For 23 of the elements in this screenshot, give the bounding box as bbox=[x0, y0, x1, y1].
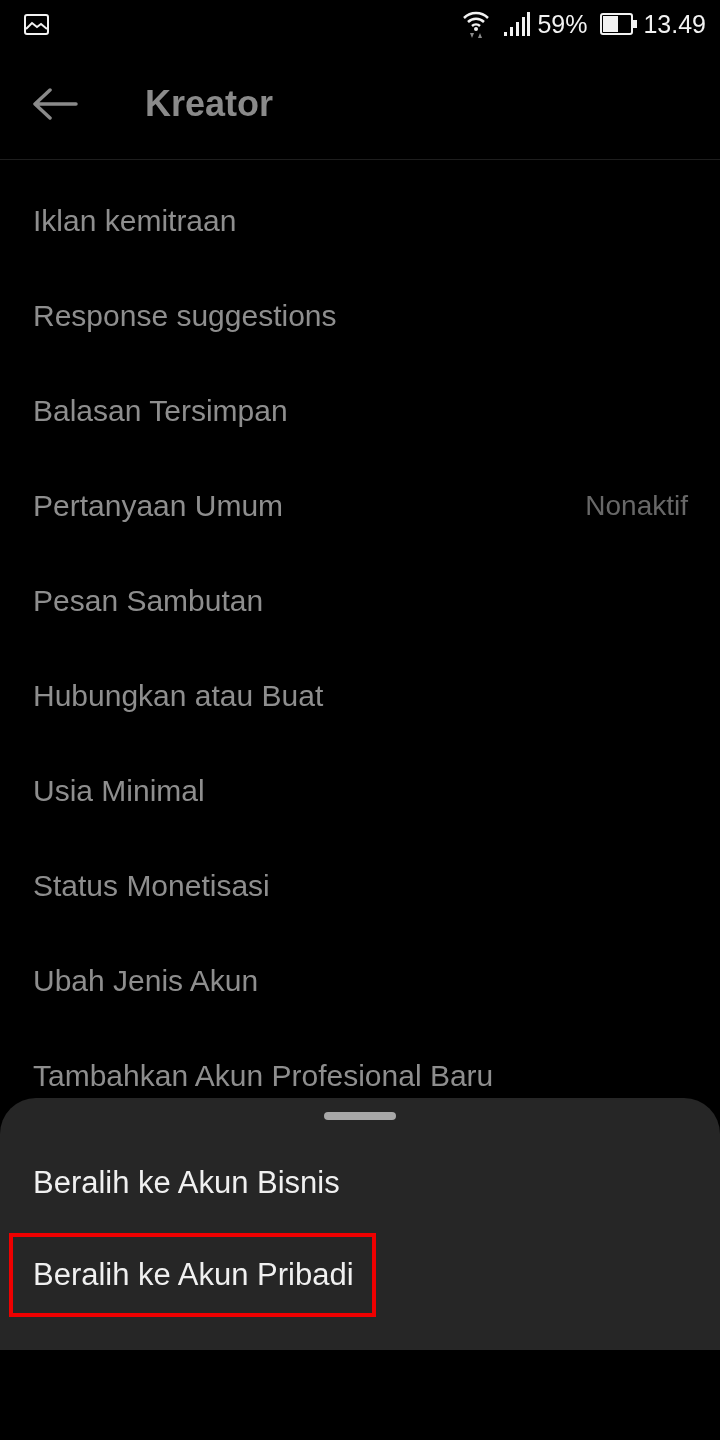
highlighted-option[interactable]: Beralih ke Akun Pribadi bbox=[9, 1233, 376, 1317]
signal-icon bbox=[504, 12, 531, 36]
menu-item[interactable]: Tambahkan Akun Profesional Baru bbox=[33, 1058, 494, 1093]
image-icon bbox=[24, 13, 49, 35]
menu-item-value: Nonaktif bbox=[585, 489, 688, 522]
drag-handle[interactable] bbox=[324, 1112, 396, 1120]
menu-item[interactable]: Status Monetisasi bbox=[33, 868, 270, 903]
sheet-option[interactable]: Beralih ke Akun Bisnis bbox=[9, 1141, 362, 1225]
clock-time: 13.49 bbox=[643, 10, 706, 38]
menu-item[interactable]: Pesan Sambutan bbox=[33, 583, 264, 618]
page-title: Kreator bbox=[145, 82, 274, 125]
menu-item[interactable]: Usia Minimal bbox=[33, 773, 205, 808]
battery-percentage: 59% bbox=[537, 10, 588, 38]
wifi-icon bbox=[462, 9, 491, 39]
back-button[interactable] bbox=[32, 87, 78, 120]
battery-icon bbox=[600, 13, 638, 35]
menu-item[interactable]: Pertanyaan Umum bbox=[33, 488, 284, 523]
menu-item[interactable]: Ubah Jenis Akun bbox=[33, 963, 259, 998]
menu-item[interactable]: Hubungkan atau Buat bbox=[33, 678, 324, 713]
menu-item[interactable]: Balasan Tersimpan bbox=[33, 393, 288, 428]
menu-item[interactable]: Iklan kemitraan bbox=[33, 203, 237, 238]
back-arrow-icon bbox=[32, 87, 78, 120]
menu-item[interactable]: Response suggestions bbox=[33, 298, 337, 333]
